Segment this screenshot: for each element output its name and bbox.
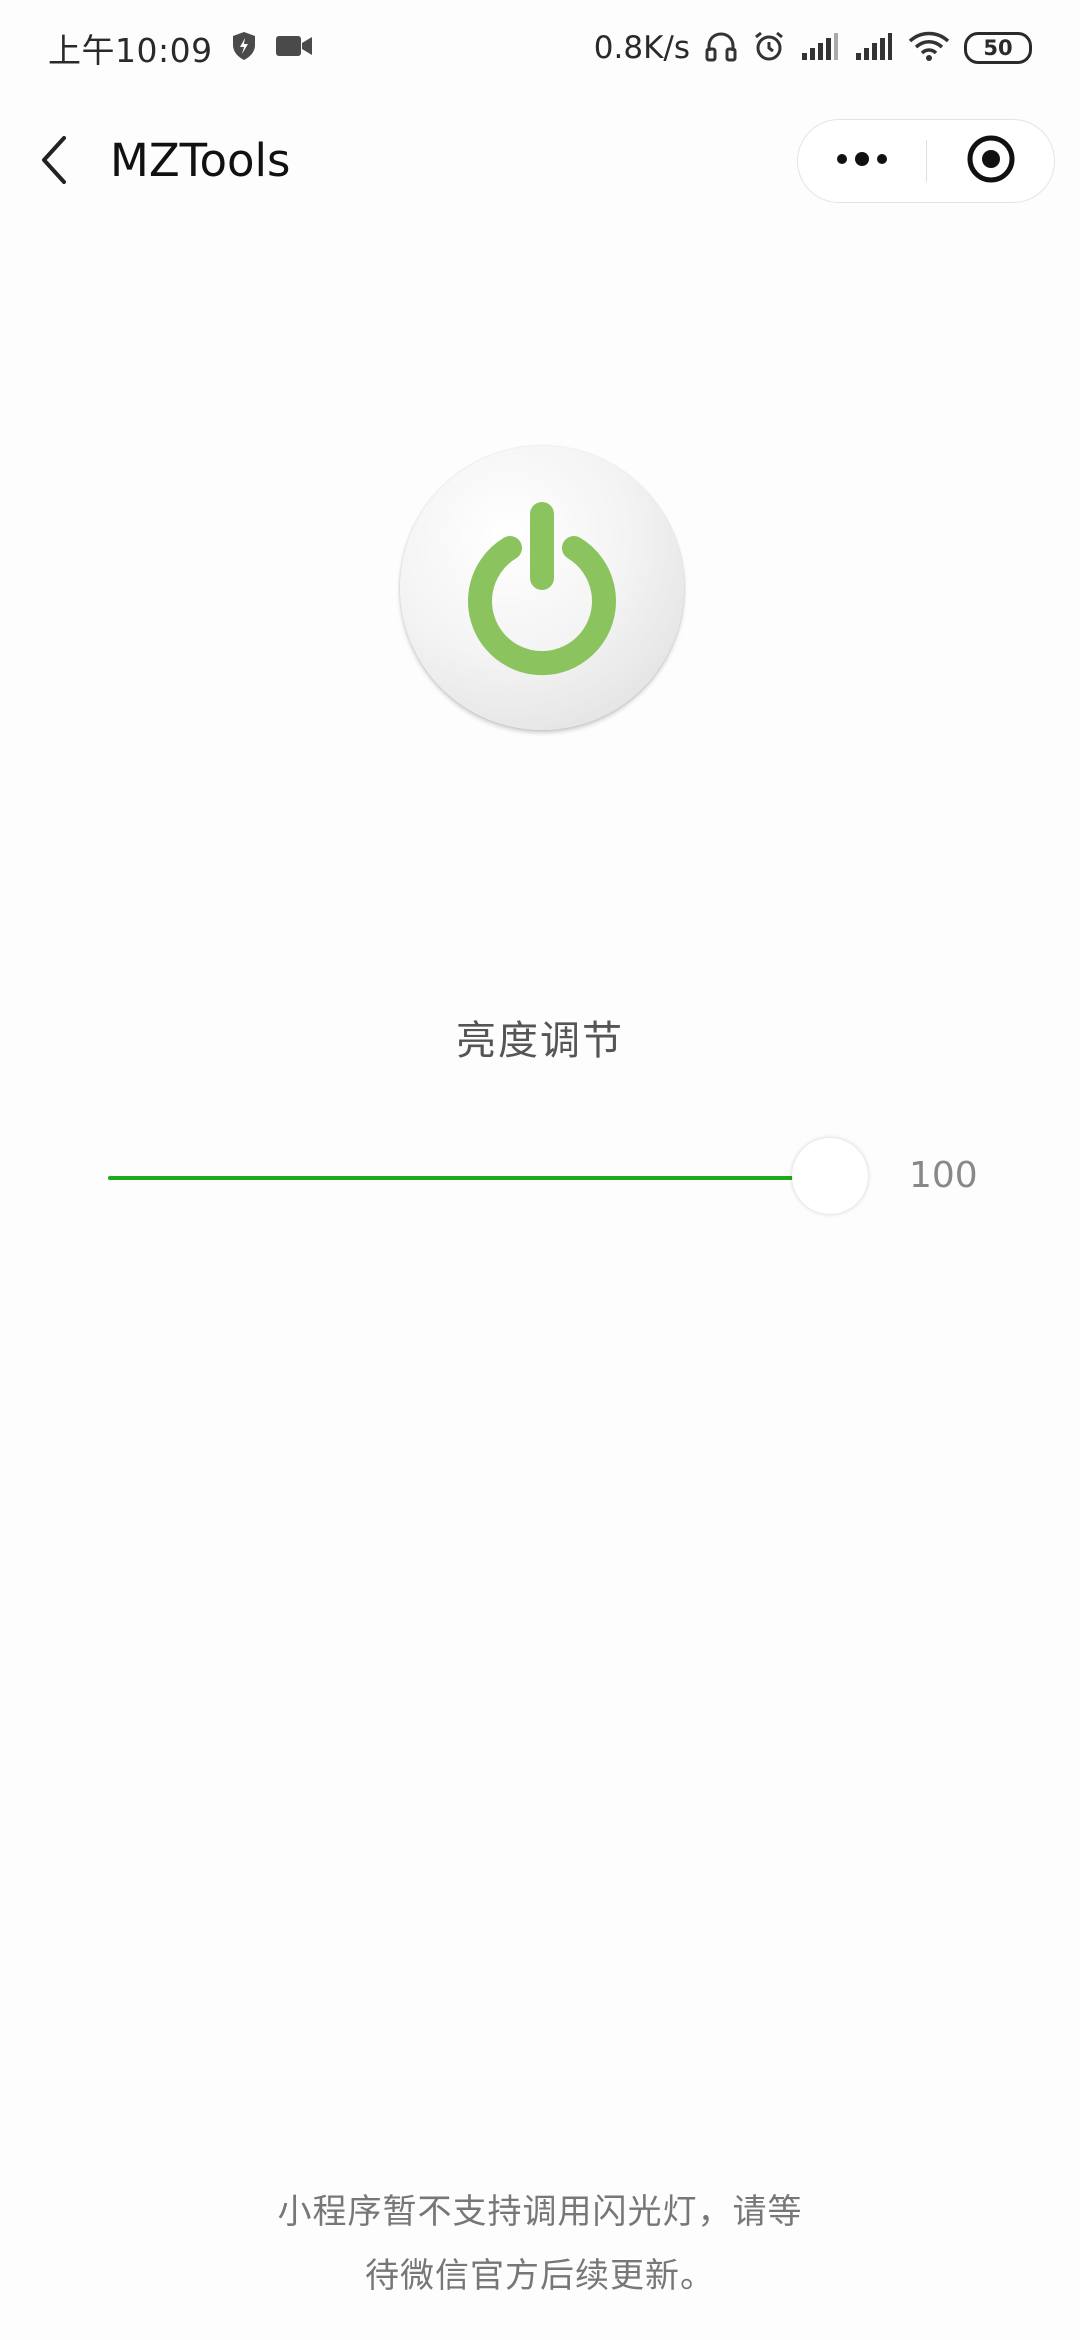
brightness-label: 亮度调节 [456, 1018, 624, 1064]
slider-fill [108, 1176, 830, 1180]
shield-icon [231, 31, 257, 65]
signal-icon [854, 31, 894, 65]
nav-bar: MZTools [0, 96, 1080, 228]
network-speed: 0.8K/s [593, 30, 690, 66]
battery-icon: 50 [964, 32, 1032, 64]
more-button[interactable] [798, 120, 926, 202]
status-bar-left: 上午10:09 [48, 22, 313, 74]
video-camera-icon [275, 34, 313, 62]
flashlight-notice: 小程序暂不支持调用闪光灯，请等 待微信官方后续更新。 [240, 2180, 840, 2308]
back-button[interactable] [28, 132, 80, 192]
status-bar-right: 0.8K/s 50 [594, 22, 1032, 74]
power-icon [452, 496, 632, 680]
status-time: 上午10:09 [48, 31, 213, 70]
status-bar: 上午10:09 0.8K/s 50 [0, 0, 1080, 96]
slider-thumb[interactable] [792, 1138, 868, 1214]
mini-program-capsule [797, 119, 1055, 203]
page-title: MZTools [110, 134, 291, 187]
brightness-slider[interactable] [108, 1138, 868, 1218]
more-dots-icon [834, 151, 890, 171]
headset-icon [704, 29, 738, 67]
power-toggle-button[interactable] [400, 446, 684, 730]
notice-line-1: 小程序暂不支持调用闪光灯，请等 [277, 2192, 803, 2232]
signal-icon [800, 31, 840, 65]
chevron-left-icon [39, 135, 69, 189]
wifi-icon [908, 30, 950, 66]
target-close-icon [966, 134, 1016, 188]
slider-value: 100 [909, 1155, 978, 1196]
alarm-icon [752, 29, 786, 67]
close-button[interactable] [927, 120, 1055, 202]
notice-line-2: 待微信官方后续更新。 [365, 2256, 715, 2296]
